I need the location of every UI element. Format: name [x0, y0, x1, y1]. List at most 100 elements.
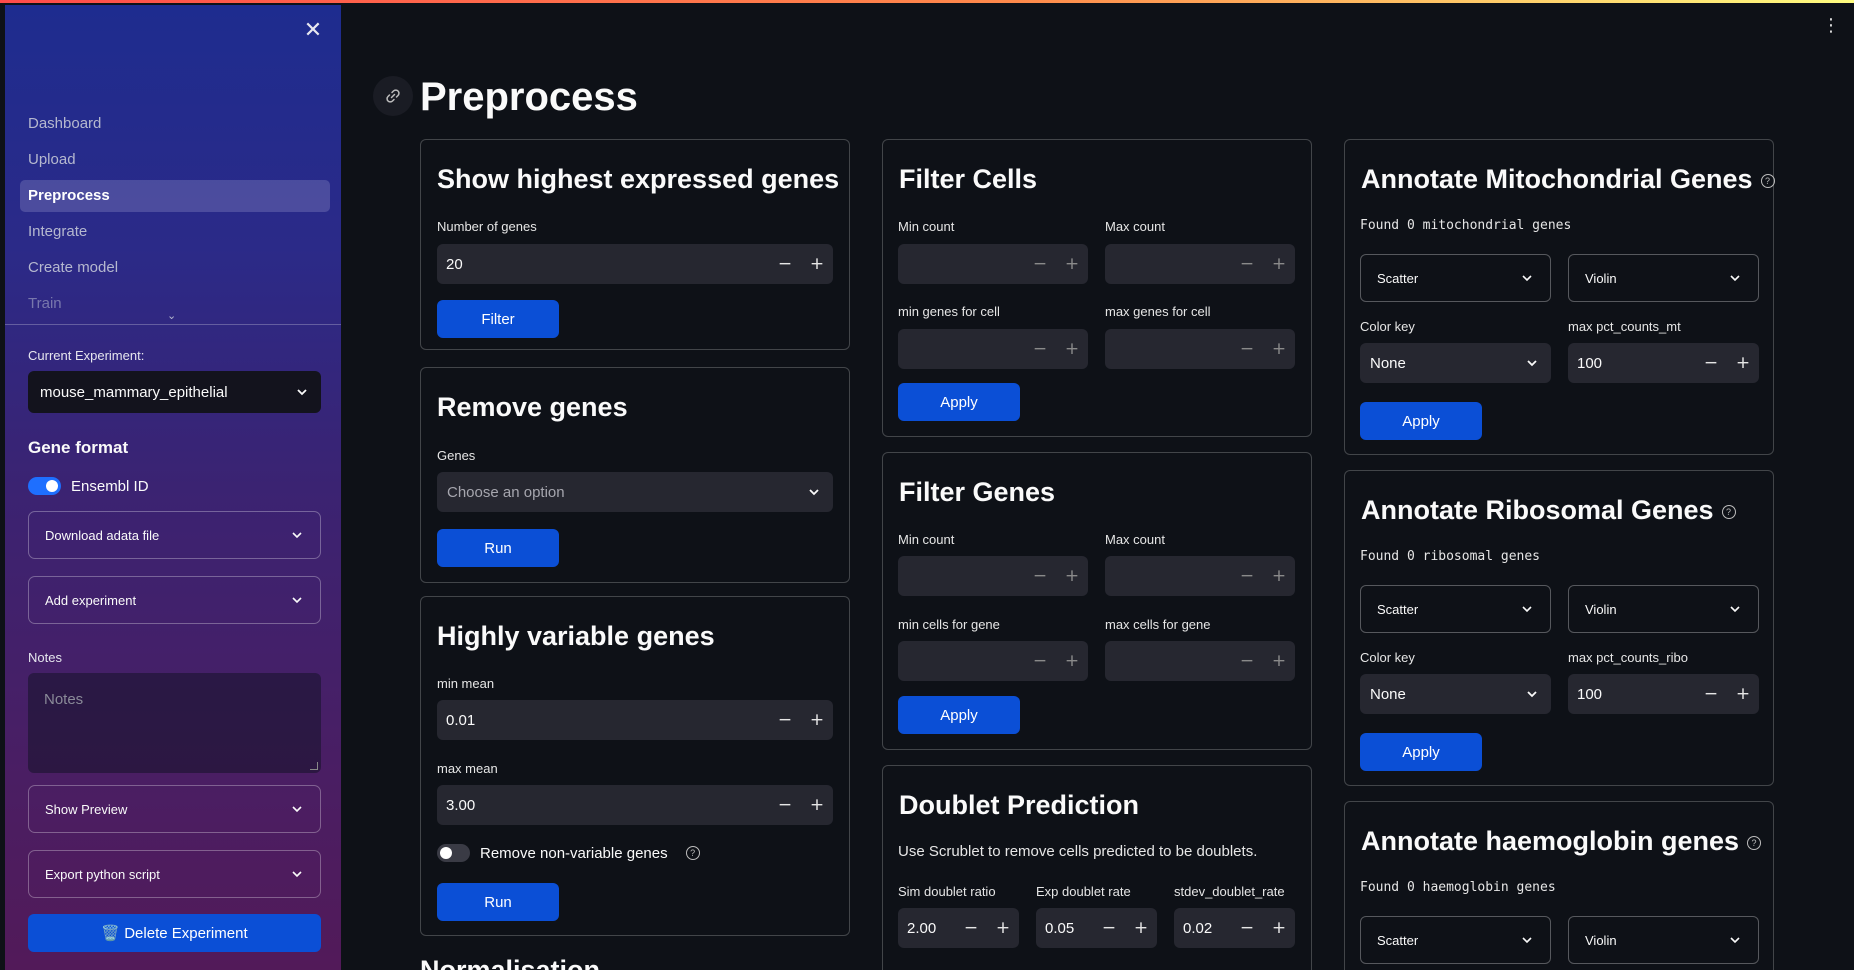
increment-icon[interactable]: +	[1056, 556, 1088, 596]
increment-icon[interactable]: +	[1263, 329, 1295, 369]
increment-icon[interactable]: +	[1263, 908, 1295, 948]
mito-color-key-value: None	[1370, 354, 1406, 372]
genes-min-count-input[interactable]: − +	[898, 556, 1088, 596]
decrement-icon[interactable]: −	[1024, 641, 1056, 681]
help-icon[interactable]: ?	[1721, 504, 1736, 519]
increment-icon[interactable]: +	[1125, 908, 1157, 948]
sim-doublet-ratio-input[interactable]: 2.00 − +	[898, 908, 1019, 948]
ribo-color-key-select[interactable]: None	[1360, 674, 1551, 714]
decrement-icon[interactable]: −	[1231, 244, 1263, 284]
decrement-icon[interactable]: −	[1231, 908, 1263, 948]
nav-item-create-model[interactable]: Create model	[20, 252, 330, 284]
help-icon[interactable]: ?	[685, 846, 700, 860]
mito-apply-button[interactable]: Apply	[1360, 402, 1482, 440]
exp-doublet-rate-input[interactable]: 0.05 − +	[1036, 908, 1157, 948]
decrement-icon[interactable]: −	[1024, 329, 1056, 369]
haemo-plot-type-2-select[interactable]: Violin	[1568, 916, 1759, 964]
mito-color-key-select[interactable]: None	[1360, 343, 1551, 383]
max-pct-counts-ribo-value: 100	[1577, 685, 1603, 703]
help-icon[interactable]: ?	[1760, 173, 1775, 188]
genes-max-count-input[interactable]: − +	[1105, 556, 1295, 596]
nav-item-integrate[interactable]: Integrate	[20, 216, 330, 248]
increment-icon[interactable]: +	[987, 908, 1019, 948]
resize-grip-icon[interactable]	[310, 762, 318, 770]
increment-icon[interactable]: +	[1727, 343, 1759, 383]
nav-expand-chevron-icon[interactable]: ⌄	[167, 309, 176, 322]
decrement-icon[interactable]: −	[1024, 556, 1056, 596]
stdev-doublet-rate-input[interactable]: 0.02 − +	[1174, 908, 1295, 948]
decrement-icon[interactable]: −	[1024, 244, 1056, 284]
decrement-icon[interactable]: −	[769, 244, 801, 284]
chevron-down-icon	[290, 528, 304, 542]
help-icon[interactable]: ?	[1747, 835, 1762, 850]
decrement-icon[interactable]: −	[1695, 674, 1727, 714]
delete-experiment-button[interactable]: 🗑️ Delete Experiment	[28, 914, 321, 952]
current-experiment-select[interactable]: mouse_mammary_epithelial	[28, 371, 321, 413]
decrement-icon[interactable]: −	[1231, 556, 1263, 596]
number-of-genes-input[interactable]: 20 − +	[437, 244, 833, 284]
increment-icon[interactable]: +	[801, 785, 833, 825]
increment-icon[interactable]: +	[801, 700, 833, 740]
more-options-icon[interactable]: ⋮	[1822, 17, 1840, 35]
max-mean-input[interactable]: 3.00 − +	[437, 785, 833, 825]
min-mean-input[interactable]: 0.01 − +	[437, 700, 833, 740]
min-genes-for-cell-input[interactable]: − +	[898, 329, 1088, 369]
nav-item-preprocess[interactable]: Preprocess	[20, 180, 330, 212]
ribosomal-found-text: Found 0 ribosomal genes	[1360, 549, 1541, 564]
increment-icon[interactable]: +	[1056, 641, 1088, 681]
decrement-icon[interactable]: −	[1695, 343, 1727, 383]
download-adata-label: Download adata file	[45, 527, 160, 543]
filter-button[interactable]: Filter	[437, 300, 559, 338]
close-sidebar-icon[interactable]: ✕	[301, 19, 325, 43]
filter-genes-apply-button[interactable]: Apply	[898, 696, 1020, 734]
increment-icon[interactable]: +	[1056, 244, 1088, 284]
increment-icon[interactable]: +	[801, 244, 833, 284]
ensembl-id-label: Ensembl ID	[71, 477, 149, 495]
max-pct-counts-mt-label: max pct_counts_mt	[1568, 319, 1681, 334]
current-experiment-label: Current Experiment:	[28, 348, 145, 363]
ensembl-id-toggle[interactable]	[28, 477, 61, 495]
decrement-icon[interactable]: −	[1231, 641, 1263, 681]
add-experiment-expander[interactable]: Add experiment	[28, 576, 321, 624]
filter-cells-apply-button[interactable]: Apply	[898, 383, 1020, 421]
max-pct-counts-mt-input[interactable]: 100 − +	[1568, 343, 1759, 383]
decrement-icon[interactable]: −	[769, 700, 801, 740]
sim-doublet-ratio-label: Sim doublet ratio	[898, 884, 996, 899]
cells-max-count-input[interactable]: − +	[1105, 244, 1295, 284]
chevron-down-icon	[1520, 933, 1534, 947]
hvg-run-button[interactable]: Run	[437, 883, 559, 921]
increment-icon[interactable]: +	[1056, 329, 1088, 369]
nav-item-dashboard[interactable]: Dashboard	[20, 108, 330, 140]
mito-plot-type-1-select[interactable]: Scatter	[1360, 254, 1551, 302]
ribo-apply-button[interactable]: Apply	[1360, 733, 1482, 771]
show-preview-expander[interactable]: Show Preview	[28, 785, 321, 833]
nav-item-upload[interactable]: Upload	[20, 144, 330, 176]
link-icon[interactable]	[373, 76, 413, 116]
remove-genes-run-button[interactable]: Run	[437, 529, 559, 567]
decrement-icon[interactable]: −	[1093, 908, 1125, 948]
ribo-plot-type-1-select[interactable]: Scatter	[1360, 585, 1551, 633]
min-cells-for-gene-input[interactable]: − +	[898, 641, 1088, 681]
decrement-icon[interactable]: −	[1231, 329, 1263, 369]
decrement-icon[interactable]: −	[769, 785, 801, 825]
cells-min-count-input[interactable]: − +	[898, 244, 1088, 284]
max-genes-for-cell-input[interactable]: − +	[1105, 329, 1295, 369]
ribo-plot-type-2-select[interactable]: Violin	[1568, 585, 1759, 633]
chevron-down-icon	[1520, 602, 1534, 616]
notes-textarea[interactable]: Notes	[28, 673, 321, 773]
increment-icon[interactable]: +	[1263, 556, 1295, 596]
export-python-expander[interactable]: Export python script	[28, 850, 321, 898]
genes-select[interactable]: Choose an option	[437, 472, 833, 512]
decrement-icon[interactable]: −	[955, 908, 987, 948]
max-pct-counts-ribo-input[interactable]: 100 − +	[1568, 674, 1759, 714]
increment-icon[interactable]: +	[1263, 244, 1295, 284]
max-cells-for-gene-input[interactable]: − +	[1105, 641, 1295, 681]
haemo-plot-type-1-select[interactable]: Scatter	[1360, 916, 1551, 964]
increment-icon[interactable]: +	[1727, 674, 1759, 714]
chevron-down-icon	[1525, 356, 1539, 370]
current-experiment-value: mouse_mammary_epithelial	[40, 383, 228, 401]
increment-icon[interactable]: +	[1263, 641, 1295, 681]
download-adata-expander[interactable]: Download adata file	[28, 511, 321, 559]
remove-non-variable-toggle[interactable]	[437, 844, 470, 862]
mito-plot-type-2-select[interactable]: Violin	[1568, 254, 1759, 302]
